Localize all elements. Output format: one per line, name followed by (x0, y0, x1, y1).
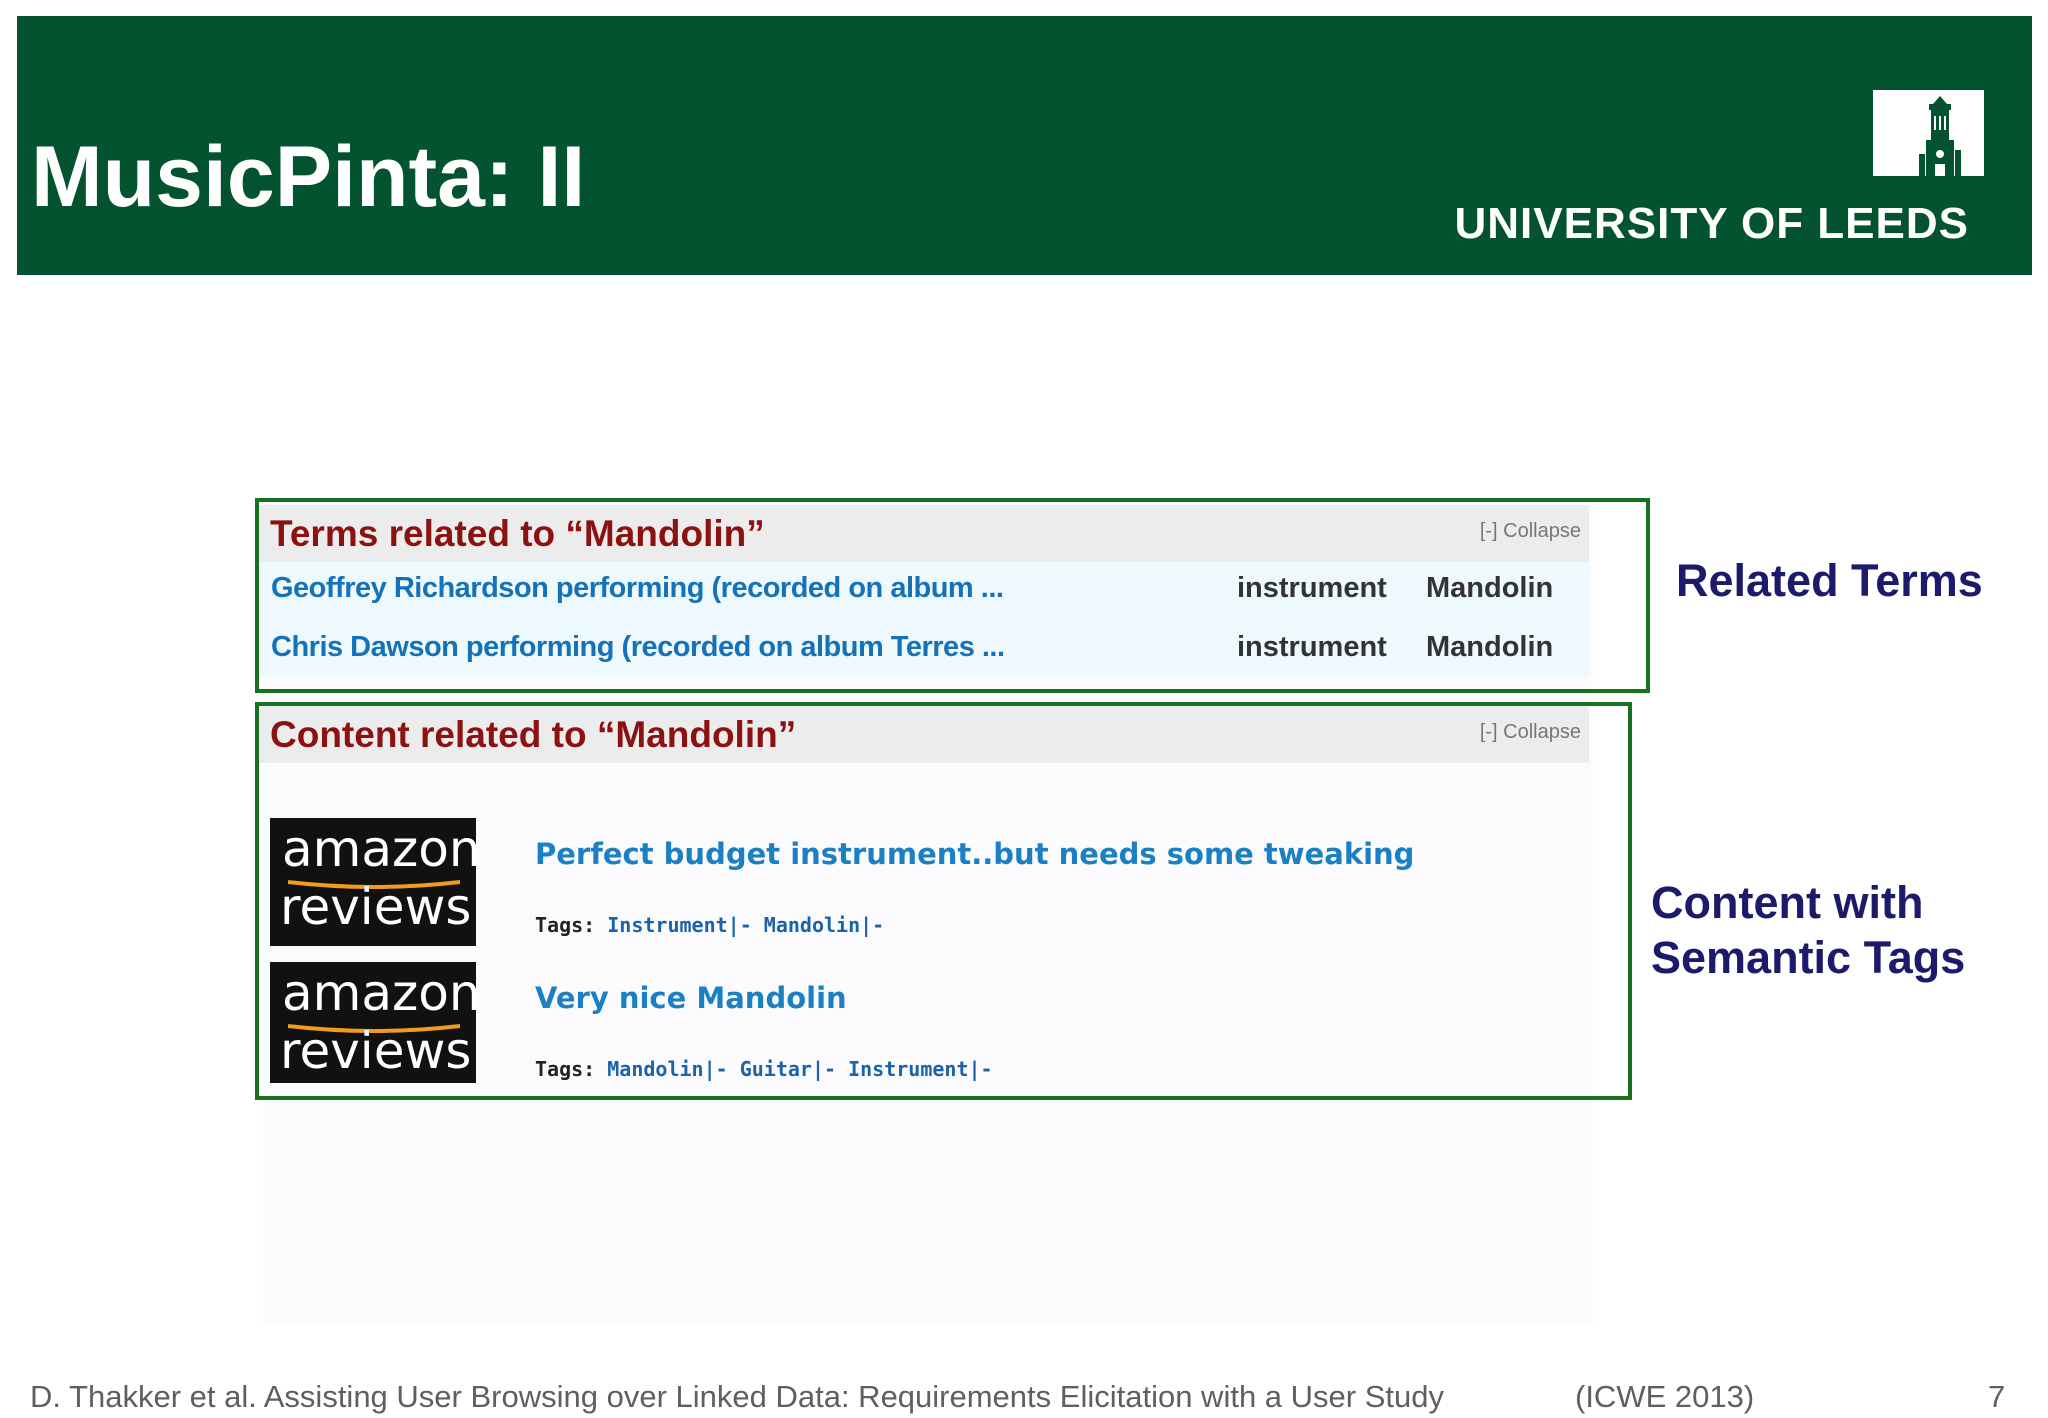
content-annotation-line1: Content with (1651, 877, 1924, 928)
related-terms-highlight-box (255, 498, 1650, 693)
content-highlight-box (255, 702, 1632, 1100)
slide-title: MusicPinta: II (31, 129, 586, 225)
related-terms-annotation: Related Terms (1676, 555, 1983, 606)
page-number: 7 (1988, 1379, 2006, 1414)
university-logo-text: UNIVERSITY OF LEEDS (1454, 199, 1969, 248)
footer-venue: (ICWE 2013) (1575, 1379, 1755, 1414)
footer-citation: D. Thakker et al. Assisting User Browsin… (30, 1379, 1444, 1414)
slide-header: MusicPinta: II UNIVERSITY OF LEEDS (17, 16, 2032, 275)
university-tower-icon (1873, 90, 1984, 176)
content-annotation-line2: Semantic Tags (1651, 931, 1966, 983)
content-annotation: Content with Semantic Tags (1651, 876, 1965, 986)
